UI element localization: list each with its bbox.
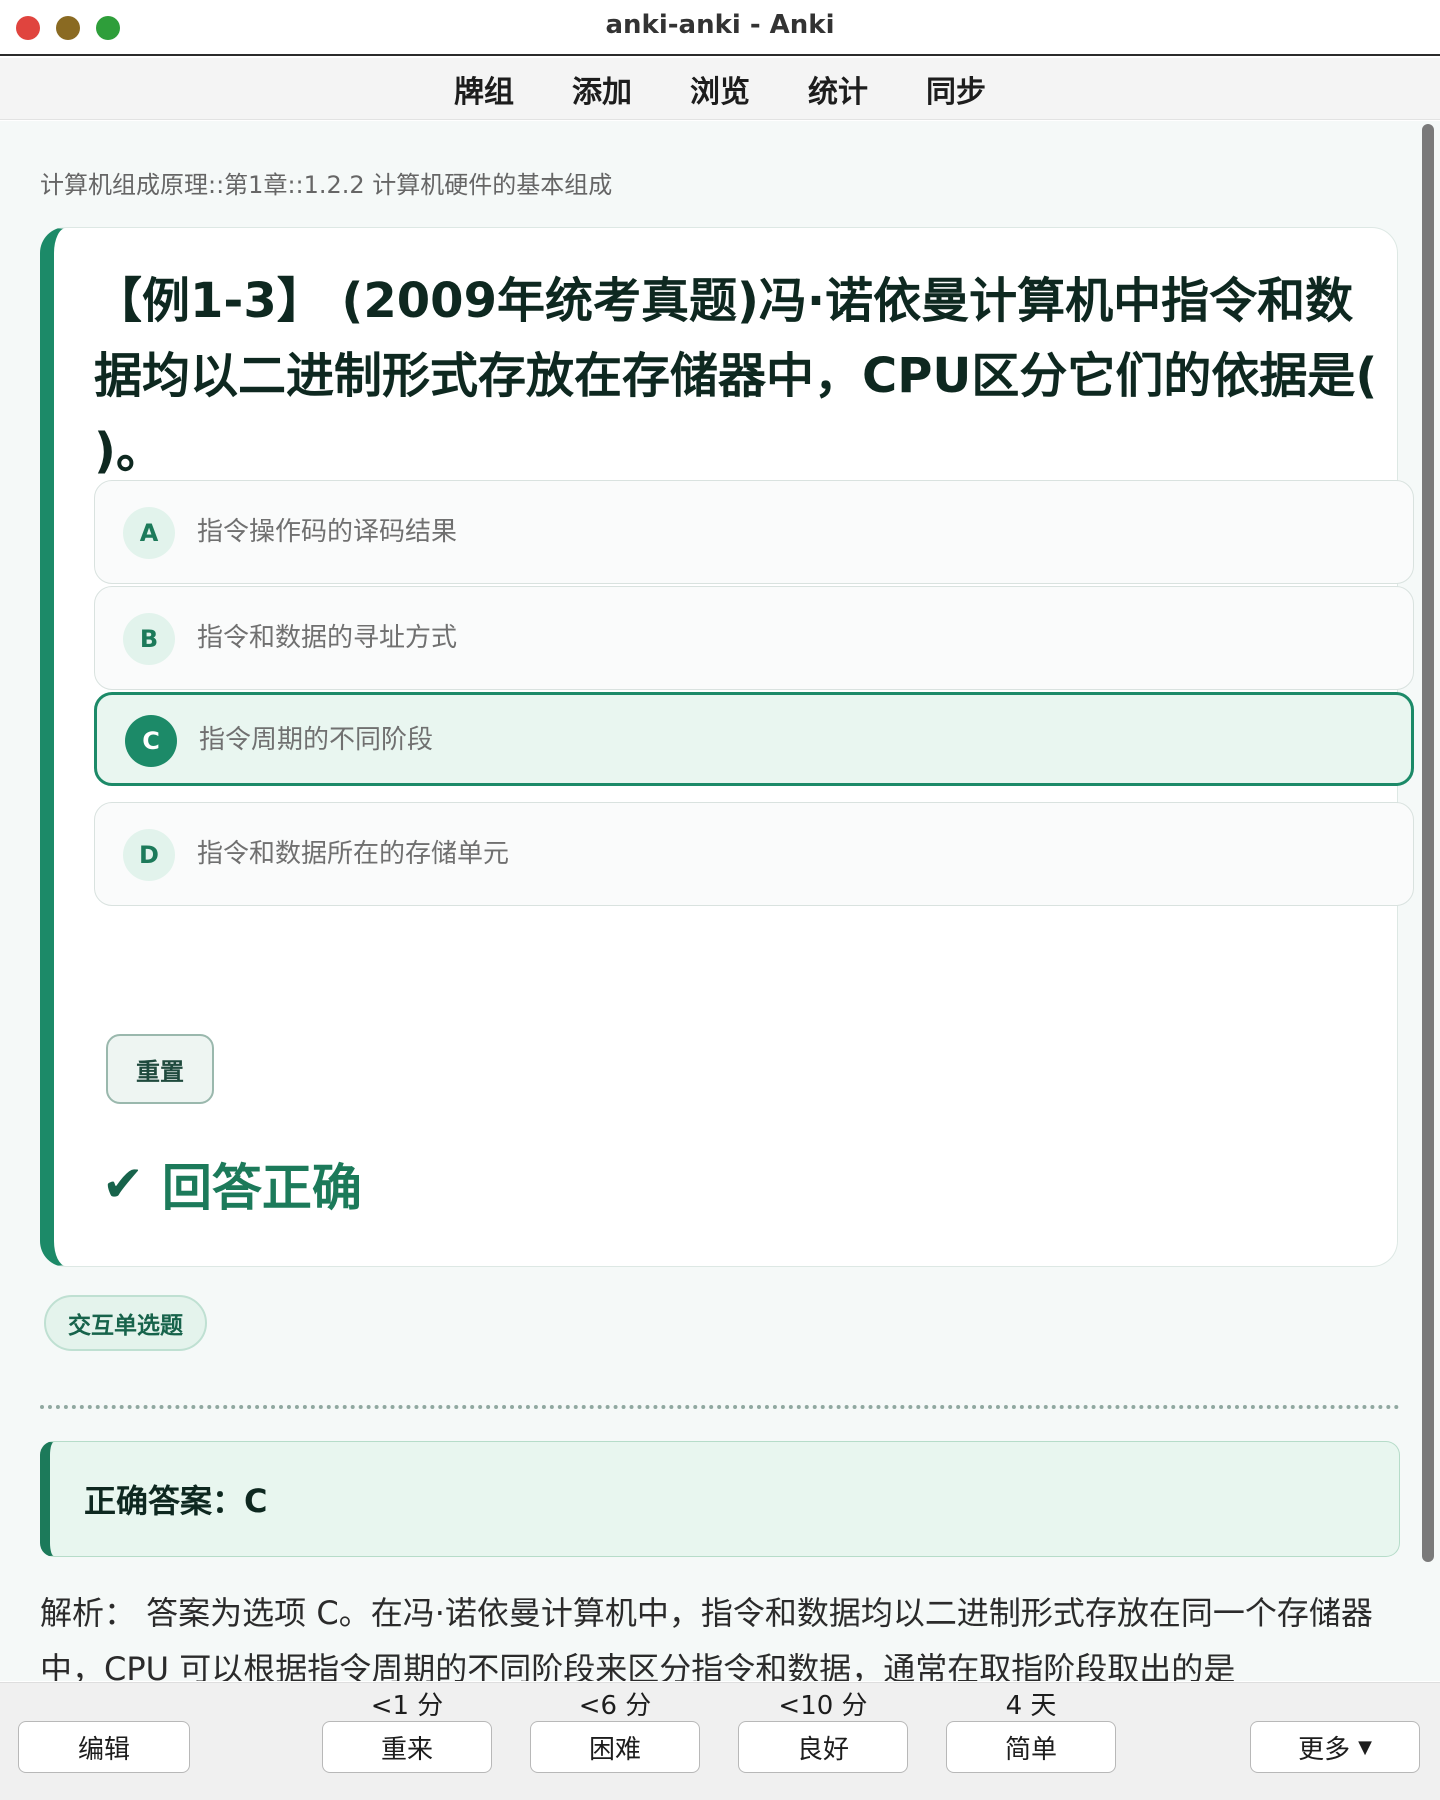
- again-button[interactable]: 重来: [322, 1721, 492, 1773]
- easy-interval: 4 天: [1005, 1691, 1057, 1721]
- again-interval: <1 分: [370, 1691, 444, 1721]
- option-text: 指令和数据的寻址方式: [197, 623, 458, 653]
- option-letter: A: [123, 507, 175, 559]
- option-letter: C: [125, 715, 177, 767]
- window-title: anki-anki - Anki: [605, 10, 835, 40]
- main-toolbar: 牌组 添加 浏览 统计 同步: [0, 58, 1440, 120]
- result-message: ✔ 回答正确: [102, 1148, 362, 1220]
- result-text: 回答正确: [161, 1159, 362, 1217]
- title-bar: anki-anki - Anki: [0, 0, 1440, 56]
- toolbar-add[interactable]: 添加: [572, 67, 632, 111]
- good-button[interactable]: 良好: [738, 1721, 908, 1773]
- option-d[interactable]: D 指令和数据所在的存储单元: [94, 802, 1414, 906]
- edit-button[interactable]: 编辑: [18, 1721, 190, 1773]
- option-letter: D: [123, 829, 175, 881]
- good-interval: <10 分: [778, 1691, 868, 1721]
- answer-bar: 编辑 <1 分 重来 <6 分 困难 <10 分 良好 4 天 简单 更多 ▼: [0, 1682, 1440, 1800]
- card-type-tag: 交互单选题: [44, 1295, 207, 1351]
- more-button[interactable]: 更多 ▼: [1250, 1721, 1420, 1773]
- option-text: 指令操作码的译码结果: [197, 517, 458, 547]
- option-a[interactable]: A 指令操作码的译码结果: [94, 480, 1414, 584]
- question-card: 【例1-3】 (2009年统考真题)冯·诺依曼计算机中指令和数据均以二进制形式存…: [40, 227, 1414, 1267]
- correct-answer-box: 正确答案：C: [40, 1441, 1400, 1557]
- deck-breadcrumb: 计算机组成原理::第1章::1.2.2 计算机硬件的基本组成: [40, 171, 613, 199]
- question-text: 【例1-3】 (2009年统考真题)冯·诺依曼计算机中指令和数据均以二进制形式存…: [94, 273, 1378, 479]
- correct-answer-text: 正确答案：C: [84, 1482, 268, 1520]
- option-text: 指令和数据所在的存储单元: [197, 839, 510, 869]
- check-icon: ✔: [102, 1155, 144, 1213]
- option-letter: B: [123, 613, 175, 665]
- caret-down-icon: ▼: [1358, 1736, 1372, 1758]
- toolbar-decks[interactable]: 牌组: [454, 67, 514, 111]
- reset-button[interactable]: 重置: [106, 1034, 214, 1104]
- option-b[interactable]: B 指令和数据的寻址方式: [94, 586, 1414, 690]
- hard-interval: <6 分: [578, 1691, 652, 1721]
- easy-button[interactable]: 简单: [946, 1721, 1116, 1773]
- option-c[interactable]: C 指令周期的不同阶段: [94, 692, 1414, 786]
- more-label: 更多: [1298, 1734, 1351, 1765]
- section-divider: [40, 1405, 1400, 1409]
- analysis-text: 解析： 答案为选项 C。在冯·诺依曼计算机中，指令和数据均以二进制形式存放在同一…: [40, 1594, 1373, 1681]
- content-scrollbar[interactable]: [1422, 124, 1434, 1562]
- toolbar-stats[interactable]: 统计: [808, 67, 868, 111]
- toolbar-browse[interactable]: 浏览: [690, 67, 750, 111]
- review-content: 计算机组成原理::第1章::1.2.2 计算机硬件的基本组成 【例1-3】 (2…: [0, 121, 1440, 1681]
- toolbar-sync[interactable]: 同步: [926, 67, 986, 111]
- hard-button[interactable]: 困难: [530, 1721, 700, 1773]
- option-text: 指令周期的不同阶段: [199, 725, 434, 755]
